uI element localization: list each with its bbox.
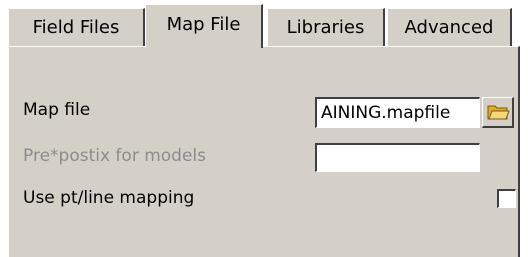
- tab-field-files[interactable]: Field Files: [8, 8, 145, 46]
- tab-map-file[interactable]: Map File: [145, 4, 263, 48]
- map-file-label: Map file: [23, 100, 91, 120]
- prefix-input[interactable]: [315, 143, 480, 172]
- tab-libraries[interactable]: Libraries: [267, 8, 385, 46]
- mapping-label: Use pt/line mapping: [23, 188, 195, 208]
- prefix-label: Pre*postix for models: [23, 146, 206, 166]
- map-file-input[interactable]: [315, 97, 480, 128]
- folder-open-icon: [487, 105, 510, 120]
- tab-map-file-label: Map File: [166, 14, 241, 35]
- tab-libraries-label: Libraries: [286, 17, 365, 38]
- tab-advanced[interactable]: Advanced: [387, 8, 512, 46]
- dialog-frame: Field Files Map File Libraries Advanced …: [0, 0, 528, 257]
- browse-map-file-button[interactable]: [482, 97, 514, 128]
- map-file-panel: Map file Pre*postix for models Use pt/li…: [8, 46, 520, 257]
- tab-advanced-label: Advanced: [404, 17, 494, 38]
- tab-field-files-label: Field Files: [32, 17, 120, 38]
- mapping-checkbox[interactable]: [497, 189, 516, 208]
